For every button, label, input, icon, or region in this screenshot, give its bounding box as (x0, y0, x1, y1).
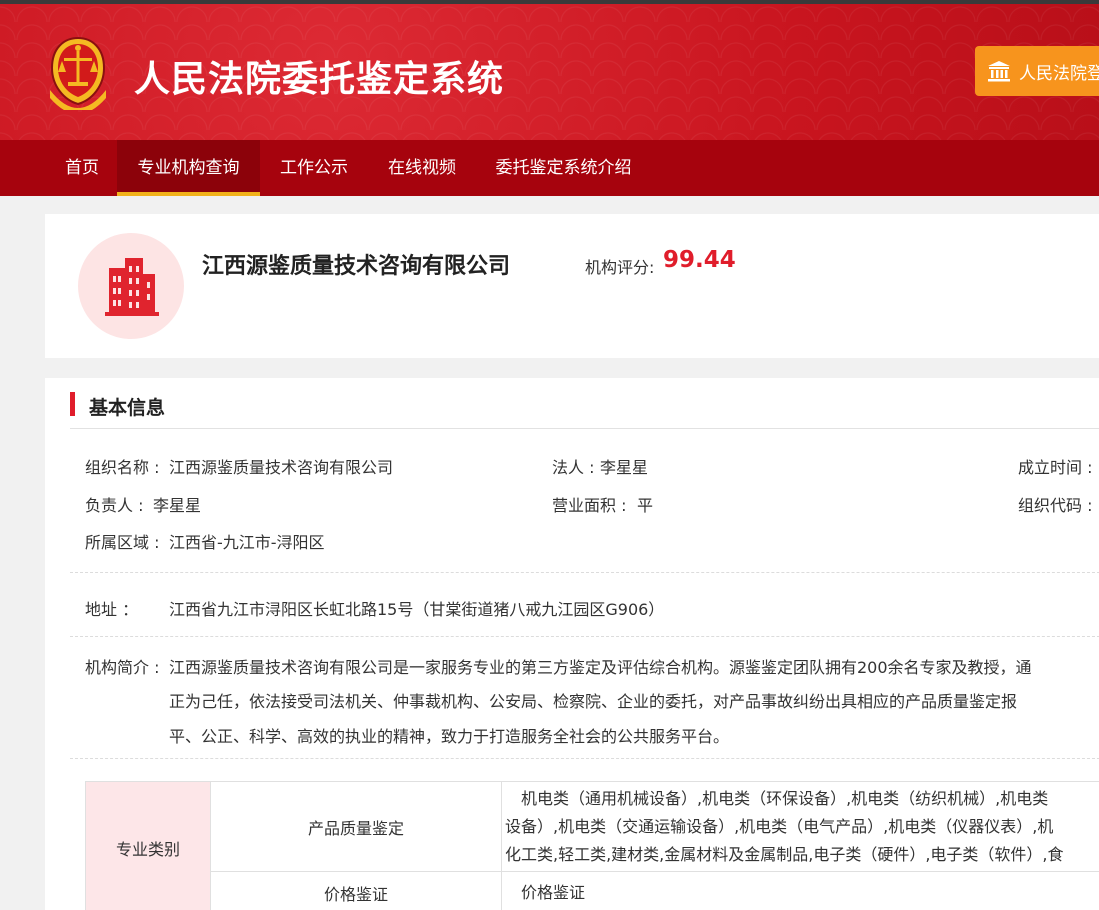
org-name-value: 江西源鉴质量技术咨询有限公司 (169, 458, 394, 477)
divider (70, 758, 1099, 759)
specialty-items-line: 机电类（通用机械设备）,机电类（环保设备）,机电类（纺织机械）,机电类 (505, 788, 1049, 808)
intro-line: 平、公正、科学、高效的执业的精神，致力于打造服务全社会的公共服务平台。 (169, 727, 730, 746)
specialty-items-cell: 机电类（通用机械设备）,机电类（环保设备）,机电类（纺织机械）,机电类 设备）,… (501, 781, 1099, 872)
address-label: 地址 ： (85, 600, 139, 619)
specialty-items-cell: 价格鉴证 (501, 871, 1099, 910)
score-value: 99.44 (663, 247, 736, 273)
table-row: 专业类别 产品质量鉴定 机电类（通用机械设备）,机电类（环保设备）,机电类（纺织… (85, 781, 1099, 910)
legal-person-value: 李星星 (600, 458, 649, 477)
building-icon (105, 258, 159, 316)
region-value: 江西省-九江市-浔阳区 (169, 533, 325, 552)
nav-item-org-search[interactable]: 专业机构查询 (117, 140, 260, 196)
score-label: 机构评分: (585, 258, 655, 277)
main-nav: 首页 专业机构查询 工作公示 在线视频 委托鉴定系统介绍 (0, 140, 1099, 196)
specialty-category-cell: 专业类别 (85, 781, 211, 910)
divider (70, 572, 1099, 573)
specialty-table: 专业类别 产品质量鉴定 机电类（通用机械设备）,机电类（环保设备）,机电类（纺织… (85, 781, 1099, 910)
specialty-items-line: 化工类,轻工类,建材类,金属材料及金属制品,电子类（硬件）,电子类（软件）,食 (505, 844, 1064, 864)
intro-line: 江西源鉴质量技术咨询有限公司是一家服务专业的第三方鉴定及评估综合机构。源鉴鉴定团… (169, 658, 1032, 677)
region-label: 所属区域 : (85, 533, 160, 552)
manager-value: 李星星 (153, 496, 202, 515)
court-emblem-icon (50, 36, 106, 110)
org-avatar (78, 233, 184, 339)
section-marker (70, 392, 75, 416)
basic-info-card: 基本信息 组织名称 : 江西源鉴质量技术咨询有限公司 法人 : 李星星 成立时间… (45, 378, 1099, 910)
established-label: 成立时间 : (1018, 458, 1093, 477)
nav-item-home[interactable]: 首页 (47, 140, 117, 196)
address-value: 江西省九江市浔阳区长虹北路15号（甘棠街道猪八戒九江园区G906） (169, 600, 665, 619)
site-header: 人民法院委托鉴定系统 人民法院登 (0, 4, 1099, 140)
intro-label: 机构简介 : (85, 658, 160, 677)
site-title: 人民法院委托鉴定系统 (134, 59, 505, 100)
nav-item-online-video[interactable]: 在线视频 (368, 140, 476, 196)
court-login-button[interactable]: 人民法院登 (975, 46, 1099, 96)
court-building-icon (988, 61, 1010, 82)
specialty-sub-cell: 价格鉴证 (210, 871, 502, 910)
divider (70, 636, 1099, 637)
org-summary-card: 江西源鉴质量技术咨询有限公司 机构评分: 99.44 (45, 214, 1099, 358)
specialty-items-line: 设备）,机电类（交通运输设备）,机电类（电气产品）,机电类（仪器仪表）,机 (505, 816, 1054, 836)
area-value: 平 (637, 496, 654, 515)
section-title: 基本信息 (89, 397, 166, 419)
table-row: 价格鉴证 价格鉴证 (86, 871, 1099, 910)
nav-item-work-notice[interactable]: 工作公示 (260, 140, 368, 196)
court-login-label: 人民法院登 (1019, 63, 1099, 84)
intro-line: 正为己任，依法接受司法机关、仲事裁机构、公安局、检察院、企业的委托，对产品事故纠… (169, 692, 1018, 711)
nav-item-system-intro[interactable]: 委托鉴定系统介绍 (476, 140, 651, 196)
area-label: 营业面积 : (552, 496, 627, 515)
specialty-items-line: 价格鉴证 (505, 882, 586, 902)
manager-label: 负责人 : (85, 496, 144, 515)
divider (70, 428, 1099, 429)
org-code-label: 组织代码 : (1018, 496, 1093, 515)
org-name-label: 组织名称 : (85, 458, 160, 477)
legal-person-label: 法人 : (552, 458, 595, 477)
org-name: 江西源鉴质量技术咨询有限公司 (202, 254, 511, 279)
specialty-sub-cell: 产品质量鉴定 (210, 781, 502, 872)
